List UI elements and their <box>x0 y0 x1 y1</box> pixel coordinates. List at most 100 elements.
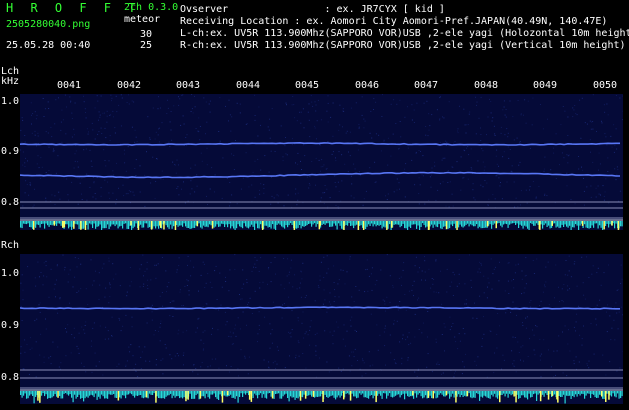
activity-bar <box>297 391 299 399</box>
noise-dot <box>407 357 409 359</box>
noise-dot <box>315 345 317 347</box>
noise-dot <box>91 122 93 124</box>
noise-dot <box>178 355 179 357</box>
noise-dot <box>67 324 69 326</box>
noise-dot <box>58 191 60 193</box>
noise-dot <box>592 128 594 130</box>
noise-dot <box>488 198 490 200</box>
activity-bar <box>243 391 245 394</box>
noise-dot <box>505 109 507 110</box>
noise-dot <box>456 285 458 287</box>
noise-dot <box>320 261 322 263</box>
noise-dot <box>597 185 599 187</box>
noise-dot <box>619 190 621 192</box>
noise-dot <box>74 276 76 278</box>
noise-dot <box>158 127 160 129</box>
noise-dot <box>109 282 111 284</box>
noise-dot <box>401 284 402 286</box>
noise-dot <box>363 198 365 200</box>
noise-dot <box>620 283 622 284</box>
noise-dot <box>160 107 161 109</box>
activity-bar <box>335 221 337 226</box>
noise-dot <box>519 141 521 143</box>
activity-bar <box>462 221 464 228</box>
noise-dot <box>563 284 565 285</box>
activity-bar <box>366 221 368 227</box>
noise-dot <box>307 111 309 113</box>
noise-dot <box>435 260 437 262</box>
noise-dot <box>264 316 266 318</box>
noise-dot <box>480 262 482 264</box>
activity-bar <box>407 221 409 230</box>
activity-bar <box>231 221 233 227</box>
activity-bar <box>41 221 43 224</box>
noise-dot <box>525 283 527 285</box>
noise-dot <box>229 205 231 207</box>
meteor-burst <box>80 221 82 230</box>
noise-dot <box>467 124 469 126</box>
noise-dot <box>47 101 49 103</box>
noise-dot <box>424 203 426 205</box>
noise-dot <box>496 347 498 349</box>
activity-bar <box>90 391 92 395</box>
activity-bar <box>288 221 290 226</box>
noise-dot <box>161 257 163 258</box>
noise-dot <box>408 344 410 346</box>
noise-dot <box>296 204 298 206</box>
noise-dot <box>84 108 86 110</box>
noise-dot <box>351 316 353 318</box>
noise-dot <box>37 135 39 137</box>
noise-dot <box>34 320 36 322</box>
noise-dot <box>37 261 39 263</box>
noise-dot <box>154 330 156 331</box>
noise-dot <box>320 197 322 199</box>
activity-bar <box>348 221 350 224</box>
activity-bar <box>447 391 449 394</box>
noise-dot <box>471 168 473 170</box>
noise-dot <box>281 317 283 319</box>
noise-dot <box>581 338 583 340</box>
activity-bar <box>290 391 292 397</box>
activity-bar <box>351 221 353 226</box>
noise-dot <box>543 339 545 341</box>
noise-dot <box>197 373 199 375</box>
noise-dot <box>273 197 275 199</box>
noise-dot <box>76 266 78 268</box>
noise-dot <box>546 195 548 197</box>
noise-dot <box>458 258 460 260</box>
noise-dot <box>447 182 449 183</box>
noise-dot <box>84 325 86 326</box>
activity-bar <box>213 391 215 394</box>
activity-bar <box>156 221 158 227</box>
activity-bar <box>125 391 127 399</box>
noise-dot <box>460 156 462 158</box>
activity-bar <box>230 391 232 395</box>
activity-bar <box>518 221 520 228</box>
meteor-burst <box>445 221 448 230</box>
noise-dot <box>449 285 451 287</box>
activity-bar <box>500 221 502 226</box>
noise-dot <box>65 355 67 357</box>
activity-bar <box>197 391 199 394</box>
activity-bar <box>392 391 394 398</box>
noise-dot <box>260 169 262 171</box>
activity-bar <box>93 221 95 224</box>
noise-dot <box>435 341 437 343</box>
noise-dot <box>475 96 476 98</box>
noise-dot <box>562 106 564 107</box>
noise-dot <box>620 264 622 266</box>
noise-dot <box>154 138 156 140</box>
activity-bar <box>585 391 587 396</box>
noise-dot <box>205 101 207 103</box>
activity-bar <box>209 391 211 399</box>
noise-dot <box>354 168 356 170</box>
activity-bar <box>165 391 167 397</box>
activity-bar <box>416 391 418 398</box>
noise-dot <box>260 183 262 185</box>
activity-bar <box>390 391 392 397</box>
activity-bar <box>617 391 619 394</box>
noise-dot <box>517 341 519 343</box>
noise-dot <box>414 371 416 373</box>
noise-dot <box>178 265 180 267</box>
noise-dot <box>30 102 32 104</box>
